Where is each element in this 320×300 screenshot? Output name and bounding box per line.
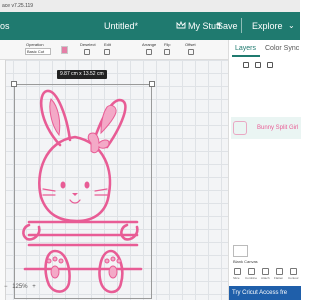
deselect-icon[interactable] (84, 49, 90, 55)
my-stuff-button[interactable]: My Stuff (188, 21, 221, 31)
try-cricut-access-banner[interactable]: Try Cricut Access fre (229, 286, 301, 300)
bunny-design[interactable] (15, 85, 151, 298)
slice-label: Slice (233, 276, 240, 280)
contour-label: Contour (288, 276, 299, 280)
zoom-control: − 125% + (4, 284, 36, 290)
edit-icon[interactable] (104, 49, 110, 55)
active-tab-indicator (232, 55, 260, 57)
offset-icon[interactable] (188, 49, 194, 55)
app-version: ace v7.25.119 (2, 3, 34, 9)
arrange-icon[interactable] (146, 49, 152, 55)
flatten-label: Flatten (274, 276, 284, 280)
color-swatch[interactable] (61, 46, 68, 54)
header-left-label[interactable]: os (0, 21, 10, 31)
save-button[interactable]: Save (217, 21, 238, 31)
edit-toolbar: Operation Basic Cut Deselect Edit Arrang… (0, 40, 228, 60)
flip-label: Flip (164, 42, 171, 47)
layer-name: Bunny Split Girl (257, 125, 299, 131)
slice-icon[interactable] (234, 268, 241, 275)
vertical-ruler (0, 60, 6, 300)
header-divider (241, 18, 242, 33)
layer-actions (229, 62, 301, 72)
attach-label: Attach (261, 276, 270, 280)
design-canvas[interactable]: 9.87 cm x 13.52 cm − 125% + (0, 60, 228, 300)
zoom-out-button[interactable]: − (4, 284, 8, 290)
contour-icon[interactable] (290, 268, 297, 275)
blank-canvas-swatch[interactable] (233, 245, 248, 257)
document-title: Untitled* (104, 21, 139, 31)
deselect-label: Deselect (80, 42, 96, 47)
layer-thumbnail (233, 121, 247, 135)
trash-icon[interactable] (267, 62, 273, 68)
attach-icon[interactable] (262, 268, 269, 275)
offset-label: Offset (185, 42, 196, 47)
tab-color-sync[interactable]: Color Sync (265, 45, 299, 52)
layers-panel: Layers Color Sync Bunny Split Girl Blank… (228, 40, 301, 300)
chevron-down-icon[interactable]: ⌄ (288, 21, 295, 30)
blank-canvas-label: Blank Canvas (233, 259, 258, 264)
combine-icon[interactable] (248, 268, 255, 275)
combine-label: Combine (245, 276, 258, 280)
dimension-tooltip: 9.87 cm x 13.52 cm (57, 70, 107, 79)
window-titlebar: ace v7.25.119 (0, 0, 300, 12)
layer-item[interactable]: Bunny Split Girl (231, 117, 301, 139)
app-header: os Untitled* My Stuff Save Explore ⌄ (0, 12, 300, 40)
promo-text: Try Cricut Access fre (232, 290, 288, 296)
operation-label: Operation (26, 42, 44, 47)
layer-tools: Slice Combine Attach Flatten Contour (229, 268, 301, 282)
flatten-icon[interactable] (276, 268, 283, 275)
zoom-level: 125% (12, 284, 28, 290)
explore-button[interactable]: Explore (252, 21, 283, 31)
arrange-label: Arrange (142, 42, 157, 47)
flip-icon[interactable] (164, 49, 170, 55)
operation-select[interactable]: Basic Cut (25, 48, 51, 55)
zoom-in-button[interactable]: + (32, 284, 36, 290)
edit-label: Edit (104, 42, 111, 47)
group-icon[interactable] (243, 62, 249, 68)
crown-icon (176, 21, 186, 29)
duplicate-icon[interactable] (255, 62, 261, 68)
tab-layers[interactable]: Layers (235, 45, 256, 52)
